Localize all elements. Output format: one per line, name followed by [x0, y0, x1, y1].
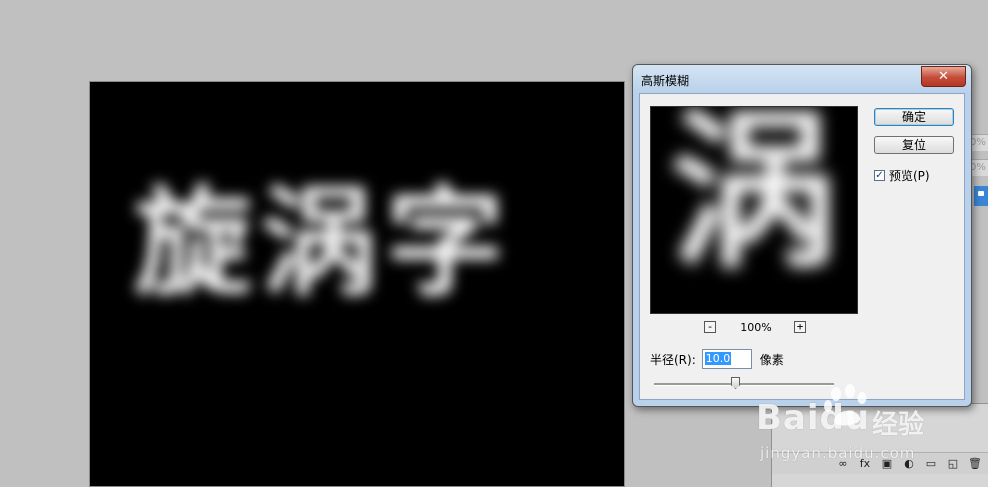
reset-button[interactable]: 复位	[874, 136, 954, 154]
layer-style-icon[interactable]: fx	[857, 457, 873, 471]
slider-track[interactable]	[654, 383, 834, 386]
new-group-icon[interactable]: ▭	[923, 457, 939, 471]
close-icon: ✕	[938, 69, 949, 84]
radius-slider[interactable]	[654, 377, 834, 391]
dialog-title: 高斯模糊	[641, 74, 690, 88]
zoom-out-button[interactable]: -	[704, 321, 716, 333]
link-layers-icon[interactable]: ∞	[835, 457, 851, 471]
lock-icon	[978, 191, 984, 196]
dialog-titlebar[interactable]: 高斯模糊 ✕	[633, 65, 971, 93]
layers-panel-edge: 0% 0%	[970, 128, 988, 208]
layer-mask-icon[interactable]: ▣	[879, 457, 895, 471]
opacity-value[interactable]: 0%	[970, 134, 988, 151]
ok-button[interactable]: 确定	[874, 108, 954, 126]
new-layer-icon[interactable]: ◱	[945, 457, 961, 471]
gaussian-blur-dialog: 高斯模糊 ✕ 涡 - 100% + 确定 复位 ✓ 预览(P) 半径(R): 1…	[632, 64, 972, 407]
blurred-canvas-text: 旋涡字	[134, 174, 513, 312]
preview-zoom-controls: - 100% +	[650, 320, 858, 336]
slider-thumb[interactable]	[731, 377, 740, 389]
selected-layer-row[interactable]	[974, 186, 988, 206]
photoshop-workspace: 旋涡字 0% 0% ∞ fx ▣ ◐ ▭ ◱ 🗑 高斯模糊 ✕ 涡 - 100%…	[0, 0, 988, 487]
radius-input[interactable]: 10.0	[701, 349, 752, 369]
fill-value[interactable]: 0%	[970, 159, 988, 176]
preview-toggle[interactable]: ✓ 预览(P)	[874, 167, 930, 183]
dialog-body: 涡 - 100% + 确定 复位 ✓ 预览(P) 半径(R): 10.0 像素	[639, 93, 965, 400]
document-canvas[interactable]: 旋涡字	[90, 82, 624, 486]
trash-icon[interactable]: 🗑	[967, 457, 983, 471]
preview-checkbox[interactable]: ✓	[874, 169, 885, 181]
radius-label: 半径(R):	[650, 352, 696, 367]
radius-unit: 像素	[759, 352, 784, 367]
close-button[interactable]: ✕	[921, 66, 966, 87]
layers-panel-bottom: ∞ fx ▣ ◐ ▭ ◱ 🗑	[771, 403, 988, 487]
zoom-in-button[interactable]: +	[794, 321, 806, 333]
radius-value: 10.0	[704, 352, 732, 365]
layers-toolbar: ∞ fx ▣ ◐ ▭ ◱ 🗑	[772, 452, 988, 474]
adjustment-layer-icon[interactable]: ◐	[901, 457, 917, 471]
radius-row: 半径(R): 10.0 像素	[650, 349, 784, 369]
preview-checkbox-label: 预览(P)	[889, 168, 930, 183]
filter-preview[interactable]: 涡	[650, 106, 858, 314]
zoom-level: 100%	[740, 321, 772, 334]
preview-blurred-text: 涡	[669, 106, 840, 292]
